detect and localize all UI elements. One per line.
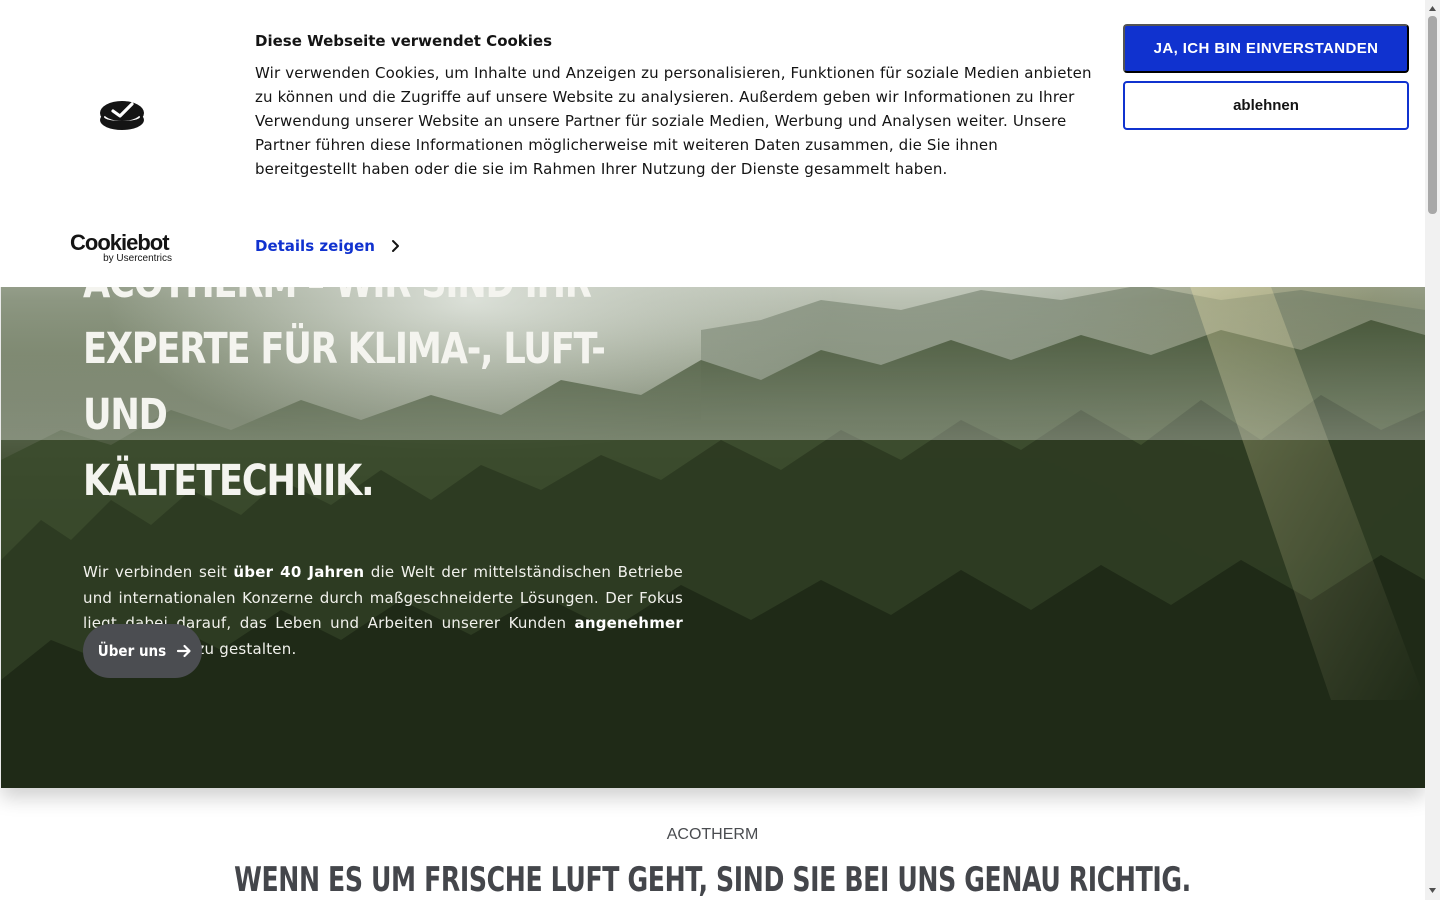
hero-content: Acotherm – Wir sind Ihr Experte für Klim…: [83, 250, 693, 662]
section-label: ACOTHERM: [666, 826, 759, 843]
cookiebot-logo-icon: [100, 101, 144, 130]
accept-cookies-button[interactable]: JA, ICH BIN EINVERSTANDEN: [1123, 24, 1409, 73]
scroll-down-arrow-icon[interactable]: [1428, 886, 1437, 895]
arrow-right-icon: [176, 644, 191, 658]
hero-title-line: Kältetechnik.: [83, 456, 374, 506]
cookiebot-brand: Cookiebot by Usercentrics: [70, 230, 174, 265]
page-scrollbar[interactable]: [1425, 0, 1440, 900]
about-us-button-label: Über uns: [97, 642, 166, 660]
hero-title-line: Experte für Klima-, Luft- und: [83, 324, 606, 440]
section-heading: WENN ES UM FRISCHE LUFT GEHT, SIND SIE B…: [234, 860, 1191, 900]
cookie-banner-text: Wir verwenden Cookies, um Inhalte und An…: [255, 64, 1092, 178]
cookie-consent-banner: Cookiebot by Usercentrics Diese Webseite…: [0, 0, 1425, 287]
cookiebot-brand-name: Cookiebot: [70, 230, 170, 255]
hero-title: Acotherm – Wir sind Ihr Experte für Klim…: [83, 250, 690, 514]
about-us-button[interactable]: Über uns: [83, 624, 202, 678]
hero-highlight: über 40 Jahren: [233, 563, 365, 581]
show-details-link[interactable]: Details zeigen: [255, 237, 403, 255]
decline-cookies-button[interactable]: ablehnen: [1123, 81, 1409, 130]
chevron-right-icon: [392, 240, 399, 252]
scrollbar-thumb[interactable]: [1428, 16, 1437, 214]
scroll-up-arrow-icon[interactable]: [1428, 4, 1437, 13]
show-details-label: Details zeigen: [255, 237, 375, 255]
cookie-banner-title: Diese Webseite verwendet Cookies: [255, 32, 553, 50]
